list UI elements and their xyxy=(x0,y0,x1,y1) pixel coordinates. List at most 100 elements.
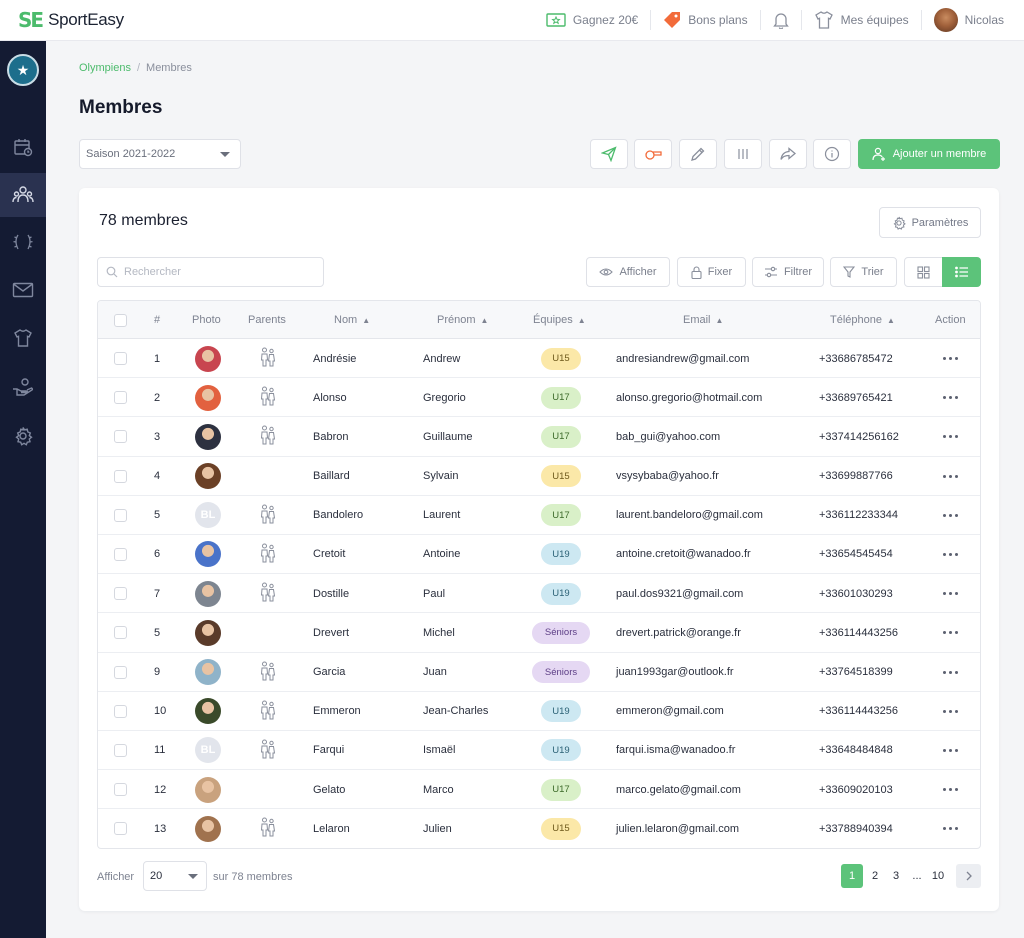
table-row[interactable]: 3 Babron Guillaume U17 bab_gui@yahoo.com +337… xyxy=(98,417,980,457)
breadcrumb-link-olympiens[interactable]: Olympiens xyxy=(79,62,131,74)
app-logo[interactable]: SE SportEasy xyxy=(0,8,124,32)
table-row[interactable]: 13 Lelaron Julien U15 julien.lelaron@gmail.c… xyxy=(98,809,980,848)
parameters-button[interactable]: Paramètres xyxy=(879,207,981,238)
sidebar-item-finances[interactable] xyxy=(0,365,46,409)
row-parents[interactable] xyxy=(260,809,276,848)
send-button[interactable] xyxy=(590,139,628,169)
row-nom[interactable]: Andrésie xyxy=(313,339,356,378)
table-row[interactable]: 11 BL Farqui Ismaël U19 farqui.isma@wanadoo.f… xyxy=(98,731,980,771)
table-row[interactable]: 2 Alonso Gregorio U17 alonso.gregorio@hotmai… xyxy=(98,378,980,418)
row-action[interactable] xyxy=(943,339,958,378)
row-action[interactable] xyxy=(943,770,958,809)
row-action[interactable] xyxy=(943,613,958,652)
row-checkbox[interactable] xyxy=(114,352,127,365)
row-nom[interactable]: Farqui xyxy=(313,731,344,770)
grid-view-button[interactable] xyxy=(904,257,943,287)
edit-button[interactable] xyxy=(679,139,717,169)
table-row[interactable]: 10 Emmeron Jean-Charles U19 emmeron@gmail.co… xyxy=(98,692,980,731)
header-telephone[interactable]: Téléphone ▲ xyxy=(830,301,895,339)
table-row[interactable]: 9 Garcia Juan Séniors juan1993gar@outlook.fr… xyxy=(98,653,980,692)
table-row[interactable]: 6 Cretoit Antoine U19 antoine.cretoit@wanado… xyxy=(98,535,980,575)
page-link[interactable]: 2 xyxy=(864,864,886,888)
row-checkbox[interactable] xyxy=(114,391,127,405)
sidebar-item-members[interactable] xyxy=(0,173,46,217)
sidebar-item-equipment[interactable] xyxy=(0,316,46,360)
notifications-button[interactable] xyxy=(759,10,801,30)
next-page-button[interactable] xyxy=(956,864,981,888)
row-action[interactable] xyxy=(943,535,958,574)
table-row[interactable]: 1 Andrésie Andrew U15 andresiandrew@gmail.co… xyxy=(98,339,980,379)
row-nom[interactable]: Alonso xyxy=(313,378,347,417)
row-checkbox[interactable] xyxy=(114,822,127,836)
row-checkbox[interactable] xyxy=(114,547,127,561)
row-action[interactable] xyxy=(943,731,958,770)
sidebar-item-calendar[interactable] xyxy=(0,125,46,169)
row-action[interactable] xyxy=(943,653,958,692)
select-all-checkbox[interactable] xyxy=(114,313,127,327)
row-action[interactable] xyxy=(943,692,958,731)
row-nom[interactable]: Cretoit xyxy=(313,535,345,574)
row-nom[interactable]: Garcia xyxy=(313,653,345,692)
row-checkbox[interactable] xyxy=(114,430,127,444)
row-parents[interactable] xyxy=(260,574,276,613)
row-nom[interactable]: Emmeron xyxy=(313,692,361,731)
club-logo[interactable]: ★ xyxy=(7,54,39,86)
row-parents[interactable] xyxy=(260,417,276,456)
convocation-button[interactable] xyxy=(634,139,672,169)
row-action[interactable] xyxy=(943,457,958,496)
user-menu[interactable]: Nicolas xyxy=(920,8,1024,32)
row-nom[interactable]: Dostille xyxy=(313,574,349,613)
row-parents[interactable] xyxy=(260,692,276,731)
row-nom[interactable]: Drevert xyxy=(313,613,349,652)
row-parents[interactable] xyxy=(260,339,276,378)
row-parents[interactable] xyxy=(260,731,276,770)
row-checkbox[interactable] xyxy=(114,469,127,483)
page-link[interactable]: 3 xyxy=(885,864,907,888)
row-nom[interactable]: Bandolero xyxy=(313,496,363,535)
row-checkbox[interactable] xyxy=(114,783,127,797)
row-checkbox[interactable] xyxy=(114,665,127,679)
row-checkbox[interactable] xyxy=(114,587,127,601)
row-checkbox[interactable] xyxy=(114,508,127,522)
row-checkbox[interactable] xyxy=(114,704,127,718)
add-member-button[interactable]: Ajouter un membre xyxy=(858,139,1000,169)
search-input[interactable] xyxy=(124,266,314,278)
sort-button[interactable]: Trier xyxy=(830,257,897,287)
per-page-select[interactable]: 20 xyxy=(143,861,207,891)
row-action[interactable] xyxy=(943,417,958,456)
row-parents[interactable] xyxy=(260,496,276,535)
filter-button[interactable]: Filtrer xyxy=(752,257,824,287)
sidebar-item-messages[interactable] xyxy=(0,268,46,312)
row-nom[interactable]: Gelato xyxy=(313,770,345,809)
row-parents[interactable] xyxy=(260,535,276,574)
row-checkbox[interactable] xyxy=(114,743,127,757)
header-prenom[interactable]: Prénom ▲ xyxy=(437,301,488,339)
info-button[interactable] xyxy=(813,139,851,169)
gift-link[interactable]: Gagnez 20€ xyxy=(534,10,650,30)
row-nom[interactable]: Lelaron xyxy=(313,809,350,848)
row-checkbox[interactable] xyxy=(114,626,127,640)
row-action[interactable] xyxy=(943,496,958,535)
table-row[interactable]: 12 Gelato Marco U17 marco.gelato@gmail.com +3… xyxy=(98,770,980,810)
row-action[interactable] xyxy=(943,574,958,613)
pin-button[interactable]: Fixer xyxy=(677,257,746,287)
share-button[interactable] xyxy=(769,139,807,169)
my-teams-link[interactable]: Mes équipes xyxy=(800,10,921,30)
row-nom[interactable]: Babron xyxy=(313,417,348,456)
page-link[interactable]: 10 xyxy=(927,864,949,888)
row-action[interactable] xyxy=(943,809,958,848)
table-row[interactable]: 5 Drevert Michel Séniors drevert.patrick@ora… xyxy=(98,613,980,653)
table-row[interactable]: 7 Dostille Paul U19 paul.dos9321@gmail.com +3… xyxy=(98,574,980,614)
header-email[interactable]: Email ▲ xyxy=(683,301,723,339)
season-select[interactable]: Saison 2021-2022 xyxy=(79,139,241,169)
list-view-button[interactable] xyxy=(942,257,981,287)
row-parents[interactable] xyxy=(260,653,276,692)
row-parents[interactable] xyxy=(260,378,276,417)
header-nom[interactable]: Nom ▲ xyxy=(334,301,370,339)
row-nom[interactable]: Baillard xyxy=(313,457,350,496)
deals-link[interactable]: Bons plans xyxy=(650,10,759,30)
table-row[interactable]: 4 Baillard Sylvain U15 vsysybaba@yahoo.fr +33… xyxy=(98,457,980,496)
columns-button[interactable] xyxy=(724,139,762,169)
table-row[interactable]: 5 BL Bandolero Laurent U17 laurent.bandeloro@… xyxy=(98,496,980,535)
show-button[interactable]: Afficher xyxy=(586,257,670,287)
